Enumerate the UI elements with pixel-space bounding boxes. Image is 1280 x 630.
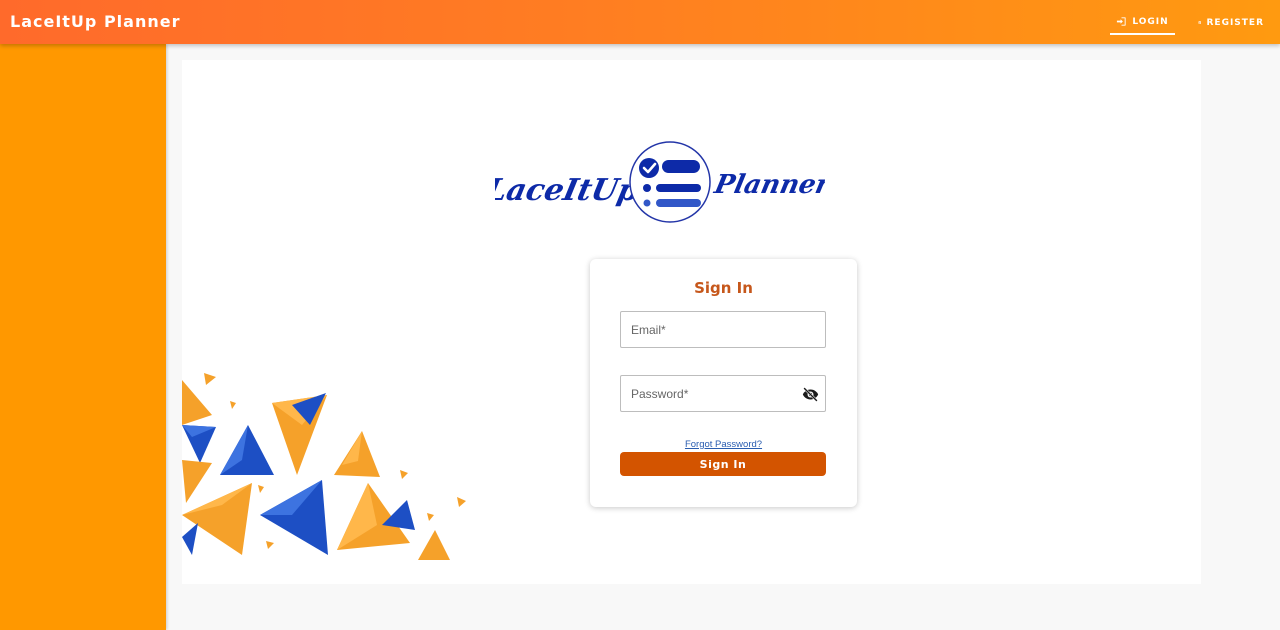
decorative-triangles	[182, 373, 466, 560]
forgot-password-link[interactable]: Forgot Password?	[590, 439, 857, 450]
password-field[interactable]	[621, 376, 825, 411]
signin-card: Sign In Forgot Password? Sign In	[590, 259, 857, 507]
register-icon	[1198, 21, 1201, 24]
content-panel: LaceItUp Planner Sign In Email* Forgot P…	[182, 60, 1201, 584]
logo-text-right: Planner	[711, 169, 825, 200]
app-bar: LaceItUp Planner LOGIN REGISTER	[0, 0, 1280, 44]
signin-button[interactable]: Sign In	[620, 452, 826, 476]
sidebar	[0, 44, 166, 630]
logo-text-left: LaceItUp	[495, 173, 642, 208]
register-nav-label: REGISTER	[1206, 17, 1264, 28]
login-nav-label: LOGIN	[1132, 16, 1169, 27]
signin-title: Sign In	[694, 279, 753, 297]
app-title: LaceItUp Planner	[10, 12, 181, 31]
email-field-container	[620, 311, 826, 348]
eye-off-icon[interactable]	[802, 386, 819, 403]
register-nav-button[interactable]: REGISTER	[1192, 10, 1270, 35]
checklist-icon	[629, 141, 711, 223]
login-icon	[1117, 17, 1126, 26]
password-field-container	[620, 375, 826, 412]
app-logo: LaceItUp Planner	[495, 141, 825, 223]
email-field[interactable]	[621, 312, 825, 347]
login-nav-button[interactable]: LOGIN	[1110, 10, 1175, 35]
